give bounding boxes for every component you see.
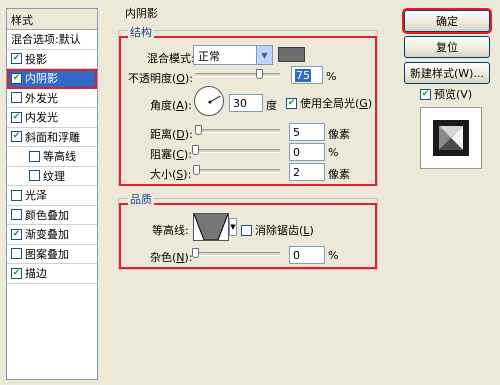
style-item[interactable]: ✔ 投影: [7, 50, 97, 69]
chevron-down-icon: ▼: [256, 46, 272, 64]
contour-dropdown-icon[interactable]: ▼: [229, 218, 237, 236]
reset-button[interactable]: 复位: [404, 36, 490, 58]
style-item[interactable]: ✔ 斜面和浮雕: [7, 128, 97, 147]
style-item-label: 颜色叠加: [25, 208, 69, 222]
angle-dial[interactable]: [194, 86, 224, 116]
style-item-label: 纹理: [43, 169, 65, 183]
style-item-label: 光泽: [25, 189, 47, 203]
opacity-label: 不透明度(O):: [128, 72, 193, 85]
style-item-label: 外发光: [25, 91, 58, 105]
structure-legend: 结构: [128, 24, 154, 40]
style-item-label: 混合选项:默认: [11, 33, 81, 47]
contour-curve-icon: [193, 213, 229, 241]
distance-slider-track[interactable]: [195, 129, 280, 133]
styles-list: 样式 混合选项:默认 ✔ 投影 ✔ 内阴影 外发光 ✔ 内发光 ✔ 斜面和浮雕 等高线 纹理 光泽 颜色叠…: [6, 8, 98, 380]
style-item-label: 等高线: [43, 150, 76, 164]
distance-slider-thumb[interactable]: [195, 125, 202, 135]
preview-toggle[interactable]: ✔ 预览(V): [420, 86, 472, 102]
style-checkbox[interactable]: ✔: [11, 131, 22, 143]
blend-mode-label: 混合模式:: [147, 52, 195, 65]
noise-label: 杂色(N):: [150, 251, 193, 264]
style-item[interactable]: 颜色叠加: [7, 206, 97, 225]
angle-input[interactable]: 30: [229, 94, 263, 112]
style-item-label: 描边: [25, 267, 47, 281]
style-item-label: 渐变叠加: [25, 228, 69, 242]
opacity-slider-thumb[interactable]: [255, 69, 263, 79]
style-checkbox[interactable]: ✔: [11, 228, 22, 240]
style-item-label: 内阴影: [25, 72, 58, 86]
preview-checkbox[interactable]: ✔: [420, 88, 431, 100]
style-checkbox[interactable]: [29, 170, 40, 182]
styles-items: 混合选项:默认 ✔ 投影 ✔ 内阴影 外发光 ✔ 内发光 ✔ 斜面和浮雕 等高线 纹理 光泽 颜色叠加 ✔ 渐…: [7, 30, 97, 284]
style-checkbox[interactable]: [11, 248, 22, 260]
global-light-checkbox[interactable]: ✔: [286, 97, 297, 109]
angle-label: 角度(A):: [150, 99, 192, 112]
ok-button[interactable]: 确定: [402, 8, 492, 34]
choke-input[interactable]: 0: [289, 143, 325, 161]
style-checkbox[interactable]: ✔: [11, 72, 22, 84]
style-checkbox[interactable]: [11, 209, 22, 221]
styles-header: 样式: [7, 9, 97, 30]
style-item[interactable]: 混合选项:默认: [7, 30, 97, 50]
noise-unit: %: [328, 249, 339, 262]
angle-dial-needle: [208, 95, 221, 104]
style-checkbox[interactable]: ✔: [11, 111, 22, 123]
size-label: 大小(S):: [150, 168, 192, 181]
style-item[interactable]: 外发光: [7, 89, 97, 108]
style-item[interactable]: ✔ 渐变叠加: [7, 225, 97, 245]
style-checkbox[interactable]: [11, 92, 22, 104]
size-input[interactable]: 2: [289, 163, 325, 181]
style-item[interactable]: ✔ 内阴影: [7, 69, 97, 89]
choke-unit: %: [328, 146, 339, 159]
distance-unit: 像素: [328, 128, 350, 141]
style-item[interactable]: ✔ 描边: [7, 264, 97, 284]
size-slider-thumb[interactable]: [193, 165, 200, 175]
section-title: 内阴影: [125, 7, 158, 20]
style-preview: [420, 107, 482, 169]
style-item-label: 投影: [25, 52, 47, 66]
style-item-label: 图案叠加: [25, 247, 69, 261]
style-item-label: 斜面和浮雕: [25, 130, 80, 144]
preview-label: 预览(V): [434, 88, 473, 101]
contour-picker[interactable]: [193, 213, 229, 241]
noise-slider-track[interactable]: [195, 252, 280, 256]
choke-slider-thumb[interactable]: [192, 145, 199, 155]
blend-mode-select[interactable]: 正常 ▼: [193, 45, 273, 65]
style-checkbox[interactable]: [29, 150, 40, 162]
style-checkbox[interactable]: ✔: [11, 53, 22, 65]
distance-input[interactable]: 5: [289, 123, 325, 141]
style-item[interactable]: 图案叠加: [7, 245, 97, 264]
opacity-unit: %: [326, 70, 337, 83]
opacity-slider-track[interactable]: [195, 73, 280, 77]
size-slider-track[interactable]: [195, 169, 280, 173]
angle-unit: 度: [266, 99, 277, 112]
choke-label: 阻塞(C):: [150, 148, 192, 161]
noise-slider-thumb[interactable]: [192, 248, 199, 258]
choke-slider-track[interactable]: [195, 149, 280, 153]
antialias-checkbox[interactable]: [241, 224, 252, 236]
noise-input[interactable]: 0: [289, 246, 325, 264]
contour-label: 等高线:: [152, 224, 189, 237]
style-item[interactable]: 光泽: [7, 186, 97, 206]
style-item[interactable]: ✔ 内发光: [7, 108, 97, 128]
shadow-color-swatch[interactable]: [278, 47, 305, 62]
global-light-toggle[interactable]: ✔ 使用全局光(G): [286, 95, 372, 111]
blend-mode-value: 正常: [198, 50, 220, 63]
antialias-toggle[interactable]: 消除锯齿(L): [241, 222, 314, 238]
style-checkbox[interactable]: ✔: [11, 267, 22, 279]
style-item[interactable]: 等高线: [7, 147, 97, 167]
size-unit: 像素: [328, 168, 350, 181]
opacity-input[interactable]: 75: [291, 66, 323, 84]
distance-label: 距离(D):: [150, 128, 193, 141]
preview-bevel-icon: [433, 120, 469, 156]
style-item-label: 内发光: [25, 111, 58, 125]
quality-legend: 品质: [128, 191, 154, 207]
style-checkbox[interactable]: [11, 189, 22, 201]
new-style-button[interactable]: 新建样式(W)...: [404, 62, 490, 84]
style-item[interactable]: 纹理: [7, 167, 97, 186]
